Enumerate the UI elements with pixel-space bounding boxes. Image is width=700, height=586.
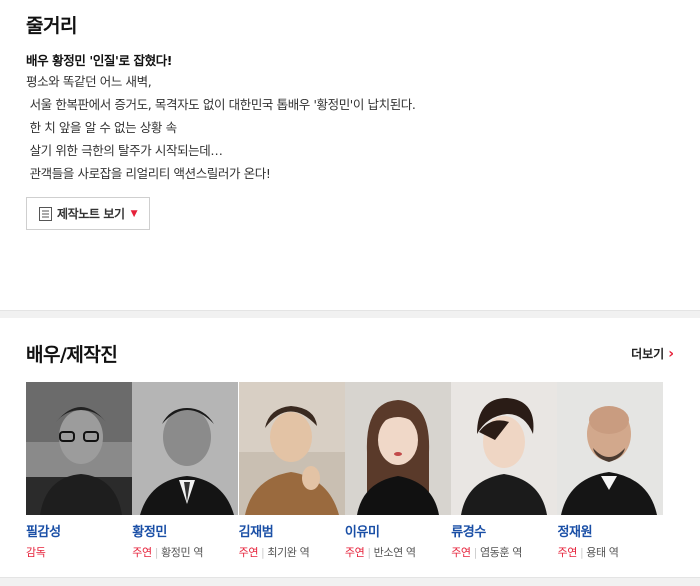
synopsis-line: 한 치 앞을 알 수 없는 상황 속 [26,120,178,135]
cast-photo[interactable] [238,382,345,515]
cast-role-type: 주연 [344,546,365,559]
cast-photo[interactable] [26,382,132,515]
production-notes-button[interactable]: 제작노트 보기 ▼ [26,197,151,230]
cast-name[interactable]: 필감성 [26,521,132,540]
cast-name[interactable]: 김재범 [239,521,345,540]
cast-name[interactable]: 이유미 [345,521,451,540]
cast-name[interactable]: 황정민 [132,521,238,540]
cast-section: 배우/제작진 더보기 › 필감성 감독 황정민 주연 | 황정민 역 김재범 주… [0,318,700,586]
synopsis-section: 줄거리 배우 황정민 '인질'로 잡혔다! 평소와 똑같던 어느 새벽, 서울 … [0,0,700,310]
cast-role-line: 주연 | 염동훈 역 [451,546,522,559]
caret-down-icon: ▼ [130,208,138,219]
cast-character: 최기완 역 [267,546,310,559]
more-label: 더보기 [631,347,665,361]
cast-list: 필감성 감독 황정민 주연 | 황정민 역 김재범 주연 | 최기완 역 이유미… [26,382,674,560]
synopsis-body: 평소와 똑같던 어느 새벽, 서울 한복판에서 증거도, 목격자도 없이 대한민… [26,70,674,185]
chevron-right-icon: › [668,345,674,362]
cast-character: 황정민 역 [161,546,204,559]
synopsis-line: 관객들을 사로잡을 리얼리티 액션스릴러가 온다! [26,166,271,181]
cast-member[interactable]: 정재원 주연 | 용태 역 [557,382,664,560]
cast-photo[interactable] [132,382,239,515]
cast-role-type: 주연 [451,546,471,559]
production-notes-label: 제작노트 보기 [57,207,125,221]
section-divider [0,310,700,318]
cast-role-type: 주연 [132,546,152,559]
synopsis-line: 살기 위한 극한의 탈주가 시작되는데… [26,143,223,158]
cast-title: 배우/제작진 [26,344,118,366]
bottom-divider [0,577,700,586]
cast-photo[interactable] [451,382,558,515]
cast-character: 용태 역 [586,546,619,559]
cast-name[interactable]: 류경수 [451,521,557,540]
cast-role-line: 주연 | 최기완 역 [238,546,310,559]
document-icon [39,206,52,221]
synopsis-headline: 배우 황정민 '인질'로 잡혔다! [26,53,173,68]
cast-role-line: 주연 | 반소연 역 [344,546,416,559]
synopsis-title: 줄거리 [26,15,77,37]
cast-role-line: 주연 | 황정민 역 [132,546,204,559]
cast-name[interactable]: 정재원 [557,521,663,540]
cast-member[interactable]: 이유미 주연 | 반소연 역 [344,382,451,560]
synopsis-line: 평소와 똑같던 어느 새벽, [26,74,152,89]
cast-role-type: 감독 [26,546,46,559]
cast-role-line: 감독 [26,544,132,560]
cast-member[interactable]: 류경수 주연 | 염동훈 역 [451,382,558,560]
cast-photo[interactable] [344,382,451,515]
cast-photo[interactable] [557,382,664,515]
cast-member[interactable]: 필감성 감독 [26,382,132,560]
cast-member[interactable]: 김재범 주연 | 최기완 역 [238,382,345,560]
cast-role-line: 주연 | 용태 역 [557,546,619,559]
cast-member[interactable]: 황정민 주연 | 황정민 역 [132,382,239,560]
cast-character: 염동훈 역 [479,546,522,559]
cast-character: 반소연 역 [373,546,416,559]
synopsis-line: 서울 한복판에서 증거도, 목격자도 없이 대한민국 톱배우 '황정민'이 납치… [26,97,416,112]
more-link[interactable]: 더보기 › [631,345,674,362]
cast-role-type: 주연 [557,546,577,559]
cast-role-type: 주연 [238,546,259,559]
